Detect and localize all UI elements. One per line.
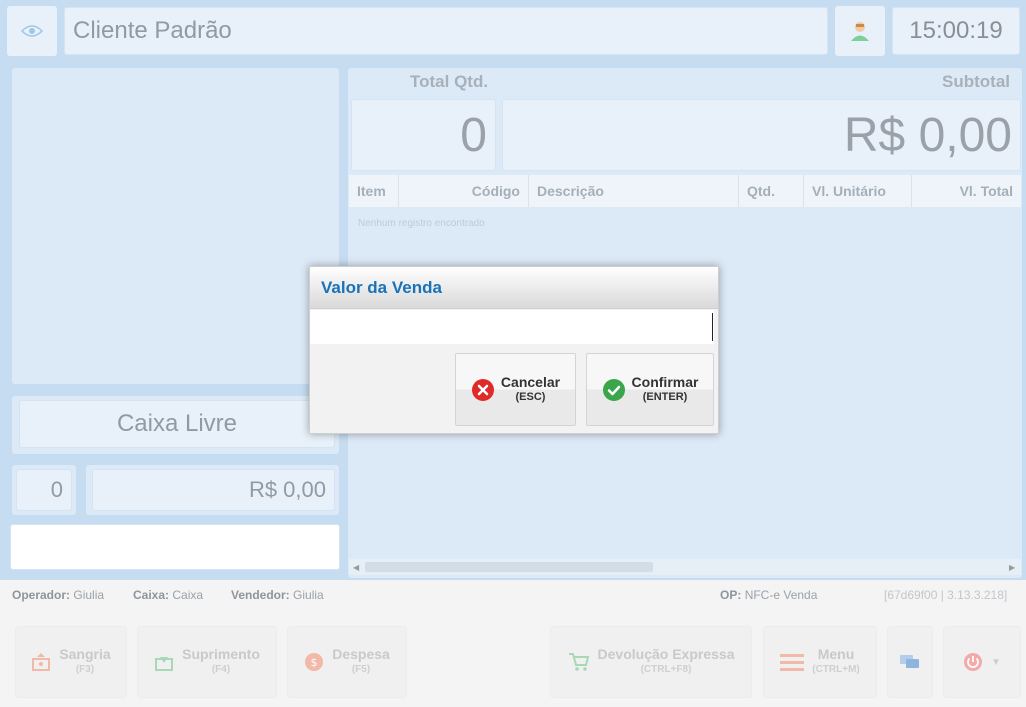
cart-return-icon bbox=[568, 653, 589, 671]
caixa-label: Caixa: bbox=[133, 588, 170, 602]
col-qtd[interactable]: Qtd. bbox=[739, 175, 804, 207]
seller-label: Vendedor: bbox=[231, 588, 290, 602]
cashier-status-text: Caixa Livre bbox=[116, 410, 238, 437]
power-icon bbox=[964, 653, 983, 671]
despesa-label: Despesa bbox=[332, 646, 390, 662]
version-info: [67d69f00 | 3.13.3.218] bbox=[884, 588, 1008, 602]
caixa-value: Caixa bbox=[172, 588, 204, 602]
check-icon bbox=[602, 378, 625, 401]
seller-value: Giulia bbox=[293, 588, 324, 602]
subtotal-label: Subtotal bbox=[942, 72, 1010, 91]
col-item[interactable]: Item bbox=[349, 175, 399, 207]
menu-button[interactable]: Menu (CTRL+M) bbox=[763, 626, 877, 698]
cancel-label: Cancelar bbox=[500, 373, 561, 390]
operator-value: Giulia bbox=[73, 588, 105, 602]
col-codigo[interactable]: Código bbox=[399, 175, 529, 207]
left-qty: 0 bbox=[16, 469, 72, 511]
despesa-key: (F5) bbox=[351, 664, 371, 675]
total-qty-label: Total Qtd. bbox=[410, 72, 489, 91]
customer-button[interactable] bbox=[835, 6, 885, 56]
dialog-title: Valor da Venda bbox=[310, 267, 718, 309]
col-vl-unitario[interactable]: Vl. Unitário bbox=[804, 175, 912, 207]
valor-venda-dialog: Valor da Venda Cancelar (ESC) Confirmar (E… bbox=[309, 266, 719, 434]
barcode-input[interactable] bbox=[10, 524, 340, 570]
op-label: OP: bbox=[720, 588, 742, 602]
cash-out-icon bbox=[32, 653, 51, 671]
suprimento-key: (F4) bbox=[211, 664, 231, 675]
sangria-button[interactable]: Sangria (F3) bbox=[15, 626, 127, 698]
caixa-info: Caixa: Caixa bbox=[133, 588, 203, 602]
cancel-key: (ESC) bbox=[515, 390, 546, 403]
despesa-button[interactable]: $ Despesa (F5) bbox=[287, 626, 407, 698]
cancel-icon bbox=[471, 378, 494, 401]
cashier-status: Caixa Livre bbox=[19, 400, 335, 448]
devolucao-expressa-button[interactable]: Devolução Expressa (CTRL+F8) bbox=[550, 626, 752, 698]
subtotal-value: R$ 0,00 bbox=[502, 99, 1021, 171]
user-icon bbox=[851, 22, 869, 41]
sangria-label: Sangria bbox=[59, 646, 111, 662]
confirm-button[interactable]: Confirmar (ENTER) bbox=[586, 353, 714, 426]
op-value: NFC-e Venda bbox=[744, 588, 818, 602]
hamburger-icon bbox=[780, 654, 805, 671]
chat-button[interactable] bbox=[887, 626, 933, 698]
sale-value-input[interactable] bbox=[310, 310, 714, 344]
operator-label: Operador: bbox=[12, 588, 71, 602]
eye-icon bbox=[21, 25, 43, 37]
chat-icon bbox=[900, 655, 919, 668]
left-amount-text: R$ 0,00 bbox=[248, 477, 326, 502]
items-table-header: Item Código Descrição Qtd. Vl. Unitário … bbox=[349, 175, 1021, 207]
horizontal-scrollbar[interactable]: ◀ ▶ bbox=[349, 559, 1021, 575]
devolucao-label: Devolução Expressa bbox=[597, 646, 735, 662]
status-bar: Operador: Giulia Caixa: Caixa Vendedor: … bbox=[0, 588, 1026, 610]
menu-key: (CTRL+M) bbox=[812, 664, 860, 675]
total-qty-value: 0 bbox=[351, 99, 496, 171]
operator-info: Operador: Giulia bbox=[12, 588, 104, 602]
empty-message: Nenhum registro encontrado bbox=[358, 218, 485, 229]
cancel-button[interactable]: Cancelar (ESC) bbox=[455, 353, 576, 426]
left-amount: R$ 0,00 bbox=[92, 469, 335, 511]
total-qty-text: 0 bbox=[460, 108, 487, 162]
power-button[interactable]: ▼ bbox=[943, 626, 1021, 698]
seller-info: Vendedor: Giulia bbox=[231, 588, 324, 602]
confirm-label: Confirmar bbox=[631, 373, 699, 390]
cash-in-icon bbox=[155, 657, 174, 671]
left-qty-text: 0 bbox=[50, 477, 63, 502]
confirm-key: (ENTER) bbox=[642, 390, 688, 403]
expense-icon: $ bbox=[305, 653, 324, 671]
clock-text: 15:00:19 bbox=[909, 17, 1003, 44]
devolucao-key: (CTRL+F8) bbox=[640, 664, 692, 675]
scroll-right-icon[interactable]: ▶ bbox=[1009, 563, 1015, 572]
client-name-field[interactable]: Cliente Padrão bbox=[64, 7, 828, 55]
text-caret bbox=[712, 313, 713, 341]
operation-info: OP: NFC-e Venda bbox=[720, 588, 817, 602]
suprimento-button[interactable]: Suprimento (F4) bbox=[137, 626, 277, 698]
col-descricao[interactable]: Descrição bbox=[529, 175, 739, 207]
menu-label: Menu bbox=[817, 646, 855, 662]
chevron-down-icon[interactable]: ▼ bbox=[991, 657, 1001, 668]
col-vl-total[interactable]: Vl. Total bbox=[912, 175, 1021, 207]
scrollbar-thumb[interactable] bbox=[365, 562, 653, 572]
svg-text:$: $ bbox=[311, 656, 318, 669]
client-name: Cliente Padrão bbox=[73, 17, 232, 44]
view-toggle-button[interactable] bbox=[7, 6, 57, 56]
clock: 15:00:19 bbox=[892, 7, 1020, 55]
sangria-key: (F3) bbox=[75, 664, 95, 675]
product-image-panel bbox=[12, 68, 339, 384]
suprimento-label: Suprimento bbox=[182, 646, 260, 662]
scroll-left-icon[interactable]: ◀ bbox=[353, 563, 359, 572]
subtotal-text: R$ 0,00 bbox=[843, 108, 1012, 162]
